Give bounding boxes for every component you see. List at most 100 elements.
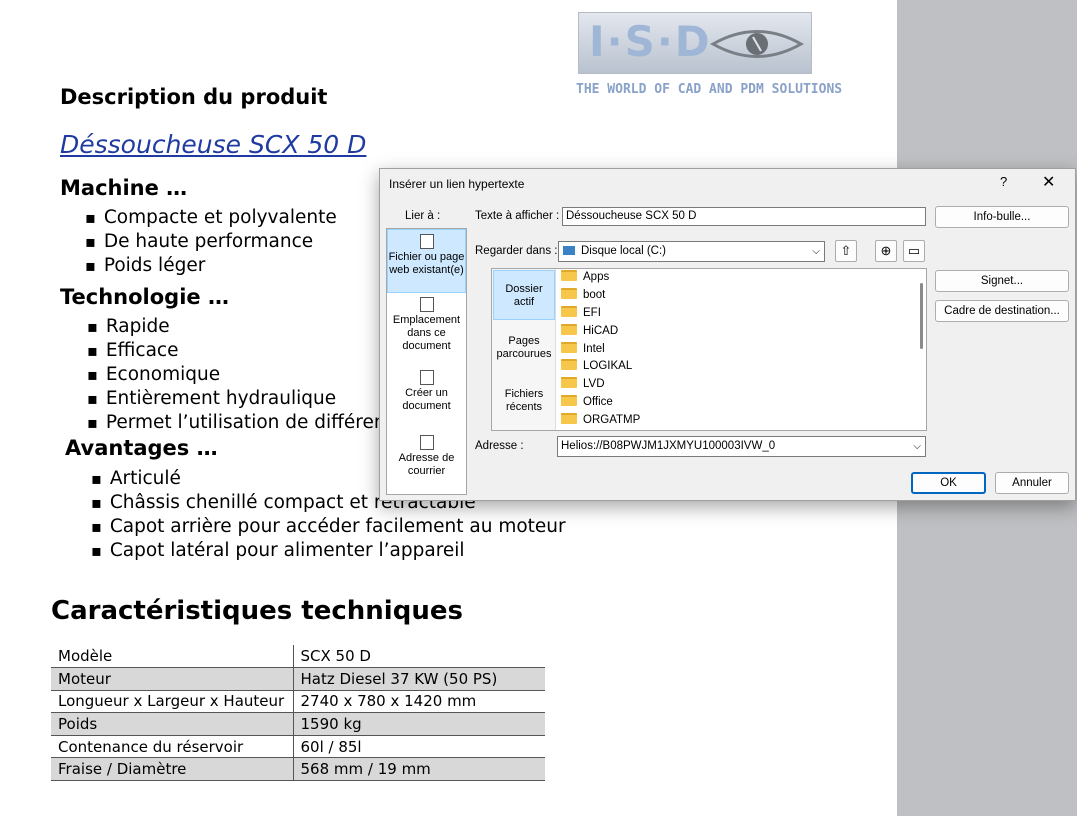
link-option-place-in-document[interactable]: Emplacement dans ce document bbox=[387, 297, 466, 357]
folder-browser: Dossier actif Pages parcourues Fichiers … bbox=[491, 268, 927, 431]
web-file-icon bbox=[419, 234, 434, 249]
list-item[interactable]: boot bbox=[559, 287, 919, 305]
spec-value: 60l / 85l bbox=[293, 735, 545, 759]
tab-recent-files[interactable]: Fichiers récents bbox=[493, 388, 555, 420]
spec-value: 2740 x 780 x 1420 mm bbox=[293, 690, 545, 714]
vertical-scrollbar[interactable] bbox=[917, 269, 926, 430]
list-item[interactable]: ORGATMP bbox=[559, 412, 919, 430]
bullet-item: Poids léger bbox=[85, 254, 337, 278]
table-row: Modèle SCX 50 D bbox=[51, 645, 545, 669]
bullet-item: Capot latéral pour alimenter l’appareil bbox=[91, 539, 566, 563]
bookmark-button[interactable]: Signet... bbox=[935, 270, 1069, 292]
spec-label: Modèle bbox=[51, 645, 294, 669]
dialog-title: Insérer un lien hypertexte bbox=[389, 177, 525, 191]
folder-name: LVD bbox=[583, 378, 605, 391]
look-in-value: Disque local (C:) bbox=[581, 245, 666, 257]
logo-banner: I·S·D bbox=[578, 12, 812, 74]
look-in-select[interactable]: Disque local (C:) ⌵ bbox=[558, 241, 825, 262]
list-item[interactable]: LVD bbox=[559, 376, 919, 394]
link-option-label: Fichier ou page web existant(e) bbox=[388, 251, 465, 276]
list-item[interactable]: Office bbox=[559, 394, 919, 412]
look-in-label: Regarder dans : bbox=[475, 245, 558, 257]
spec-value: 568 mm / 19 mm bbox=[293, 757, 545, 782]
folder-icon bbox=[561, 377, 577, 389]
help-button[interactable]: ? bbox=[1000, 174, 1007, 189]
link-option-label: Créer un document bbox=[402, 387, 451, 412]
section-heading-machine: Machine … bbox=[60, 176, 188, 200]
bullet-item: Economique bbox=[87, 363, 386, 387]
link-to-panel: Fichier ou page web existant(e) Emplacem… bbox=[386, 228, 467, 495]
table-row: Contenance du réservoir 60l / 85l bbox=[51, 735, 545, 759]
folder-icon bbox=[561, 270, 577, 281]
folder-name: EFI bbox=[583, 306, 601, 319]
section-heading-avantages: Avantages … bbox=[65, 436, 218, 460]
text-to-display-label: Texte à afficher : bbox=[475, 210, 560, 222]
new-document-icon bbox=[419, 370, 434, 385]
target-frame-button[interactable]: Cadre de destination... bbox=[935, 300, 1069, 322]
browse-file-icon[interactable]: ▭ bbox=[903, 240, 925, 262]
link-option-existing-file[interactable]: Fichier ou page web existant(e) bbox=[387, 229, 466, 293]
close-icon[interactable]: ✕ bbox=[1042, 172, 1055, 192]
folder-name: HiCAD bbox=[583, 324, 619, 337]
chevron-down-icon: ⌵ bbox=[913, 441, 921, 452]
link-option-label: Emplacement dans ce document bbox=[392, 314, 461, 352]
folder-list: Apps boot EFI HiCAD Intel LOGIKAL LVD Of… bbox=[559, 269, 919, 430]
spec-value: 1590 kg bbox=[293, 712, 545, 736]
address-input[interactable]: Helios://B08PWJM1JXMYU100003IVW_0 ⌵ bbox=[557, 436, 926, 457]
link-to-label: Lier à : bbox=[405, 210, 441, 222]
spec-table: Modèle SCX 50 D Moteur Hatz Diesel 37 KW… bbox=[51, 645, 545, 782]
folder-icon bbox=[561, 395, 577, 407]
tab-current-folder[interactable]: Dossier actif bbox=[493, 270, 555, 320]
folder-icon bbox=[561, 413, 577, 425]
browse-web-icon[interactable]: ⊕ bbox=[875, 240, 897, 262]
spec-label: Fraise / Diamètre bbox=[51, 757, 294, 782]
bullet-item: Compacte et polyvalente bbox=[85, 206, 337, 230]
bullet-item: De haute performance bbox=[85, 230, 337, 254]
folder-icon bbox=[561, 323, 577, 335]
up-folder-icon[interactable]: ⇧ bbox=[835, 240, 857, 262]
bullet-item: Permet l’utilisation de différen bbox=[87, 411, 386, 435]
machine-bullet-list: Compacte et polyvalente De haute perform… bbox=[85, 206, 337, 278]
folder-name: Office bbox=[583, 396, 613, 409]
eye-icon bbox=[709, 30, 805, 58]
product-hyperlink[interactable]: Déssoucheuse SCX 50 D bbox=[60, 130, 366, 159]
list-item[interactable]: EFI bbox=[559, 305, 919, 323]
screentip-button[interactable]: Info-bulle... bbox=[935, 206, 1069, 228]
chevron-down-icon: ⌵ bbox=[812, 246, 820, 257]
link-option-create-document[interactable]: Créer un document bbox=[387, 370, 466, 418]
list-item[interactable]: Intel bbox=[559, 341, 919, 359]
drive-icon bbox=[563, 246, 575, 255]
list-item[interactable]: Apps bbox=[559, 269, 919, 287]
table-row: Longueur x Largeur x Hauteur 2740 x 780 … bbox=[51, 690, 545, 714]
spec-label: Poids bbox=[51, 712, 294, 736]
folder-icon bbox=[561, 359, 577, 371]
spec-label: Longueur x Largeur x Hauteur bbox=[51, 690, 294, 714]
ok-button[interactable]: OK bbox=[911, 472, 986, 494]
insert-hyperlink-dialog: Insérer un lien hypertexte ? ✕ Lier à : … bbox=[379, 168, 1076, 501]
list-item[interactable]: HiCAD bbox=[559, 323, 919, 341]
folder-name: ORGATMP bbox=[583, 414, 641, 427]
cancel-button[interactable]: Annuler bbox=[995, 472, 1069, 494]
bullet-item: Efficace bbox=[87, 339, 386, 363]
spec-value: Hatz Diesel 37 KW (50 PS) bbox=[293, 667, 545, 691]
link-option-label: Adresse de courrier bbox=[398, 452, 455, 477]
spec-value: SCX 50 D bbox=[293, 645, 545, 669]
spec-label: Moteur bbox=[51, 667, 294, 691]
tab-browsed-pages[interactable]: Pages parcourues bbox=[493, 335, 555, 367]
spec-label: Contenance du réservoir bbox=[51, 735, 294, 759]
description-heading: Description du produit bbox=[60, 85, 328, 109]
table-row: Moteur Hatz Diesel 37 KW (50 PS) bbox=[51, 667, 545, 691]
folder-name: LOGIKAL bbox=[583, 360, 633, 373]
folder-icon bbox=[561, 305, 577, 317]
bullet-item: Rapide bbox=[87, 315, 386, 339]
text-to-display-input[interactable]: Déssoucheuse SCX 50 D bbox=[562, 207, 926, 226]
list-item[interactable]: LOGIKAL bbox=[559, 358, 919, 376]
link-option-email-address[interactable]: Adresse de courrier bbox=[387, 435, 466, 483]
technologie-bullet-list: Rapide Efficace Economique Entièrement h… bbox=[87, 315, 386, 435]
bullet-item: Capot arrière pour accéder facilement au… bbox=[91, 515, 566, 539]
tech-heading: Caractéristiques techniques bbox=[51, 596, 463, 626]
isd-logo: I·S·D THE WORLD OF CAD AND PDM SOLUTIONS bbox=[576, 12, 843, 104]
logo-tagline: THE WORLD OF CAD AND PDM SOLUTIONS bbox=[576, 82, 843, 97]
scrollbar-thumb[interactable] bbox=[920, 283, 923, 349]
table-row: Fraise / Diamètre 568 mm / 19 mm bbox=[51, 757, 545, 782]
